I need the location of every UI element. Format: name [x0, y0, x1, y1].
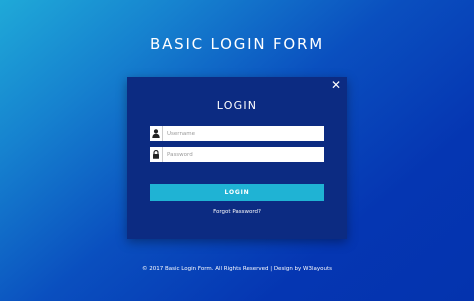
- login-card: ✕ LOGIN LOGIN Forgot Password?: [127, 77, 347, 239]
- password-field: [150, 147, 324, 162]
- username-input[interactable]: [163, 127, 322, 140]
- forgot-password-link[interactable]: Forgot Password?: [127, 209, 347, 215]
- footer-text: © 2017 Basic Login Form. All Rights Rese…: [141, 266, 333, 272]
- page-title: BASIC LOGIN FORM: [149, 35, 324, 53]
- close-icon[interactable]: ✕: [330, 79, 342, 91]
- login-button[interactable]: LOGIN: [150, 184, 324, 201]
- user-icon: [150, 126, 163, 141]
- login-title: LOGIN: [216, 99, 258, 112]
- lock-icon: [150, 147, 163, 162]
- username-field: [150, 126, 324, 141]
- password-input[interactable]: [163, 148, 322, 161]
